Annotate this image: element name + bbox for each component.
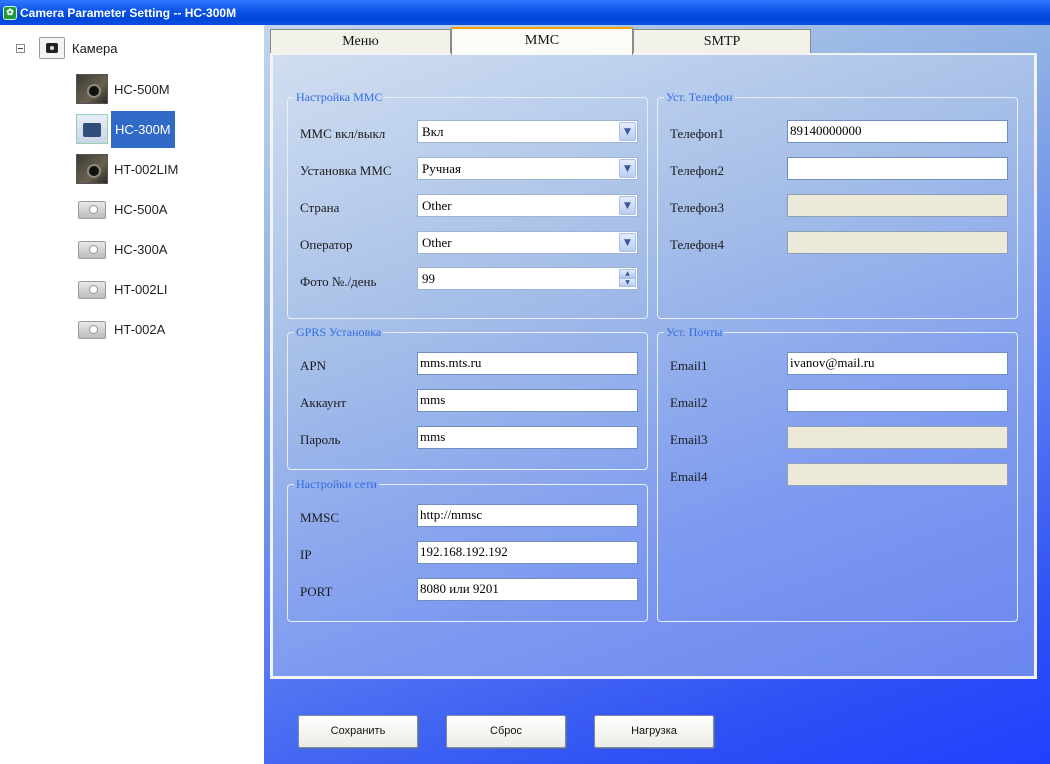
select-value: Ручная bbox=[422, 161, 461, 176]
chevron-down-icon[interactable]: ▼ bbox=[619, 233, 636, 252]
title-bar: ✿ Camera Parameter Setting -- HC-300M bbox=[0, 0, 1050, 25]
field-label: Телефон1 bbox=[670, 126, 725, 141]
app-icon: ✿ bbox=[3, 5, 17, 20]
email3-input bbox=[787, 426, 1008, 449]
field-label: MMC вкл/выкл bbox=[300, 126, 386, 141]
operator-select[interactable]: Other ▼ bbox=[417, 231, 638, 254]
save-button[interactable]: Сохранить bbox=[298, 715, 418, 748]
camera-folder-icon bbox=[39, 37, 65, 59]
country-select[interactable]: Other ▼ bbox=[417, 194, 638, 217]
port-input[interactable]: 8080 или 9201 bbox=[417, 578, 638, 601]
tree-item-label: HC-500A bbox=[114, 201, 168, 217]
field-label: Установка MMC bbox=[300, 163, 392, 178]
select-value: Other bbox=[422, 235, 452, 250]
camera-placeholder-icon bbox=[76, 194, 108, 224]
email2-input[interactable] bbox=[787, 389, 1008, 412]
spinner-value: 99 bbox=[422, 271, 435, 286]
field-label: Оператор bbox=[300, 237, 353, 252]
field-label: Телефон4 bbox=[670, 237, 725, 252]
chevron-down-icon[interactable]: ▼ bbox=[619, 196, 636, 215]
spinner-buttons[interactable]: ▲ ▼ bbox=[619, 269, 636, 288]
tab-mmc[interactable]: MMC bbox=[451, 27, 633, 55]
select-value: Вкл bbox=[422, 124, 444, 139]
camera-icon bbox=[76, 154, 108, 184]
group-legend: GPRS Установка bbox=[296, 325, 382, 339]
group-legend: Настройка MMC bbox=[296, 90, 383, 104]
camera-icon bbox=[76, 74, 108, 104]
phone4-input bbox=[787, 231, 1008, 254]
tree-item-ht-002li[interactable]: HT-002LI bbox=[76, 272, 170, 306]
collapse-icon[interactable] bbox=[16, 43, 25, 53]
tree-item-label: HC-300M bbox=[111, 110, 175, 148]
field-label: Email3 bbox=[670, 432, 708, 447]
account-input[interactable]: mms bbox=[417, 389, 638, 412]
camera-placeholder-icon bbox=[76, 274, 108, 304]
mmc-panel: Настройка MMC MMC вкл/выкл Вкл ▼ Установ… bbox=[270, 53, 1037, 679]
apn-input[interactable]: mms.mts.ru bbox=[417, 352, 638, 375]
tree-root-label: Камера bbox=[72, 40, 118, 56]
password-input[interactable]: mms bbox=[417, 426, 638, 449]
field-label: MMSC bbox=[300, 510, 340, 525]
load-button[interactable]: Нагрузка bbox=[594, 715, 714, 748]
ip-input[interactable]: 192.168.192.192 bbox=[417, 541, 638, 564]
email1-input[interactable]: ivanov@mail.ru bbox=[787, 352, 1008, 375]
tab-smtp[interactable]: SMTP bbox=[633, 29, 811, 54]
settings-area: Меню MMC SMTP Настройка MMC MMC вкл/выкл… bbox=[264, 25, 1050, 764]
camera-icon bbox=[76, 114, 108, 144]
spin-up-icon[interactable]: ▲ bbox=[619, 269, 636, 278]
phone1-input[interactable]: 89140000000 bbox=[787, 120, 1008, 143]
field-label: Email1 bbox=[670, 358, 708, 373]
phone3-input bbox=[787, 194, 1008, 217]
tab-menu[interactable]: Меню bbox=[270, 29, 451, 54]
select-value: Other bbox=[422, 198, 452, 213]
field-label: Аккаунт bbox=[300, 395, 347, 410]
field-label: Страна bbox=[300, 200, 340, 215]
field-label: PORT bbox=[300, 584, 333, 599]
phone2-input[interactable] bbox=[787, 157, 1008, 180]
field-label: Email2 bbox=[670, 395, 708, 410]
tree-root-camera[interactable]: Камера bbox=[16, 37, 117, 59]
tree-item-label: HT-002LIM bbox=[114, 161, 179, 177]
mms-mode-select[interactable]: Ручная ▼ bbox=[417, 157, 638, 180]
email4-input bbox=[787, 463, 1008, 486]
tree-item-hc-500a[interactable]: HC-500A bbox=[76, 192, 170, 226]
camera-placeholder-icon bbox=[76, 234, 108, 264]
field-label: Телефон3 bbox=[670, 200, 725, 215]
tree-item-label: HT-002A bbox=[114, 321, 166, 337]
tree-item-label: HC-500M bbox=[114, 81, 170, 97]
camera-placeholder-icon bbox=[76, 314, 108, 344]
mms-onoff-select[interactable]: Вкл ▼ bbox=[417, 120, 638, 143]
tree-item-hc-500m[interactable]: HC-500M bbox=[76, 72, 173, 106]
tree-item-ht-002lim[interactable]: HT-002LIM bbox=[76, 152, 181, 186]
field-label: APN bbox=[300, 358, 327, 373]
tree-item-label: HC-300A bbox=[114, 241, 168, 257]
chevron-down-icon[interactable]: ▼ bbox=[619, 122, 636, 141]
camera-tree: Камера HC-500M HC-300M HT-002LIM HC-500A… bbox=[0, 25, 264, 764]
mmsc-input[interactable]: http://mmsc bbox=[417, 504, 638, 527]
tree-item-hc-300a[interactable]: HC-300A bbox=[76, 232, 170, 266]
field-label: Фото №./день bbox=[300, 274, 377, 289]
group-legend: Уст. Почты bbox=[666, 325, 723, 339]
tree-item-label: HT-002LI bbox=[114, 281, 168, 297]
group-legend: Настройки сети bbox=[296, 477, 377, 491]
reset-button[interactable]: Сброс bbox=[446, 715, 566, 748]
group-legend: Уст. Телефон bbox=[666, 90, 733, 104]
photos-per-day-spinner[interactable]: 99 ▲ ▼ bbox=[417, 267, 638, 290]
window-title: Camera Parameter Setting -- HC-300M bbox=[20, 5, 237, 20]
tree-item-ht-002a[interactable]: HT-002A bbox=[76, 312, 168, 346]
field-label: Email4 bbox=[670, 469, 708, 484]
tree-item-hc-300m[interactable]: HC-300M bbox=[76, 110, 175, 148]
spin-down-icon[interactable]: ▼ bbox=[619, 278, 636, 287]
field-label: IP bbox=[300, 547, 312, 562]
field-label: Телефон2 bbox=[670, 163, 725, 178]
chevron-down-icon[interactable]: ▼ bbox=[619, 159, 636, 178]
field-label: Пароль bbox=[300, 432, 341, 447]
